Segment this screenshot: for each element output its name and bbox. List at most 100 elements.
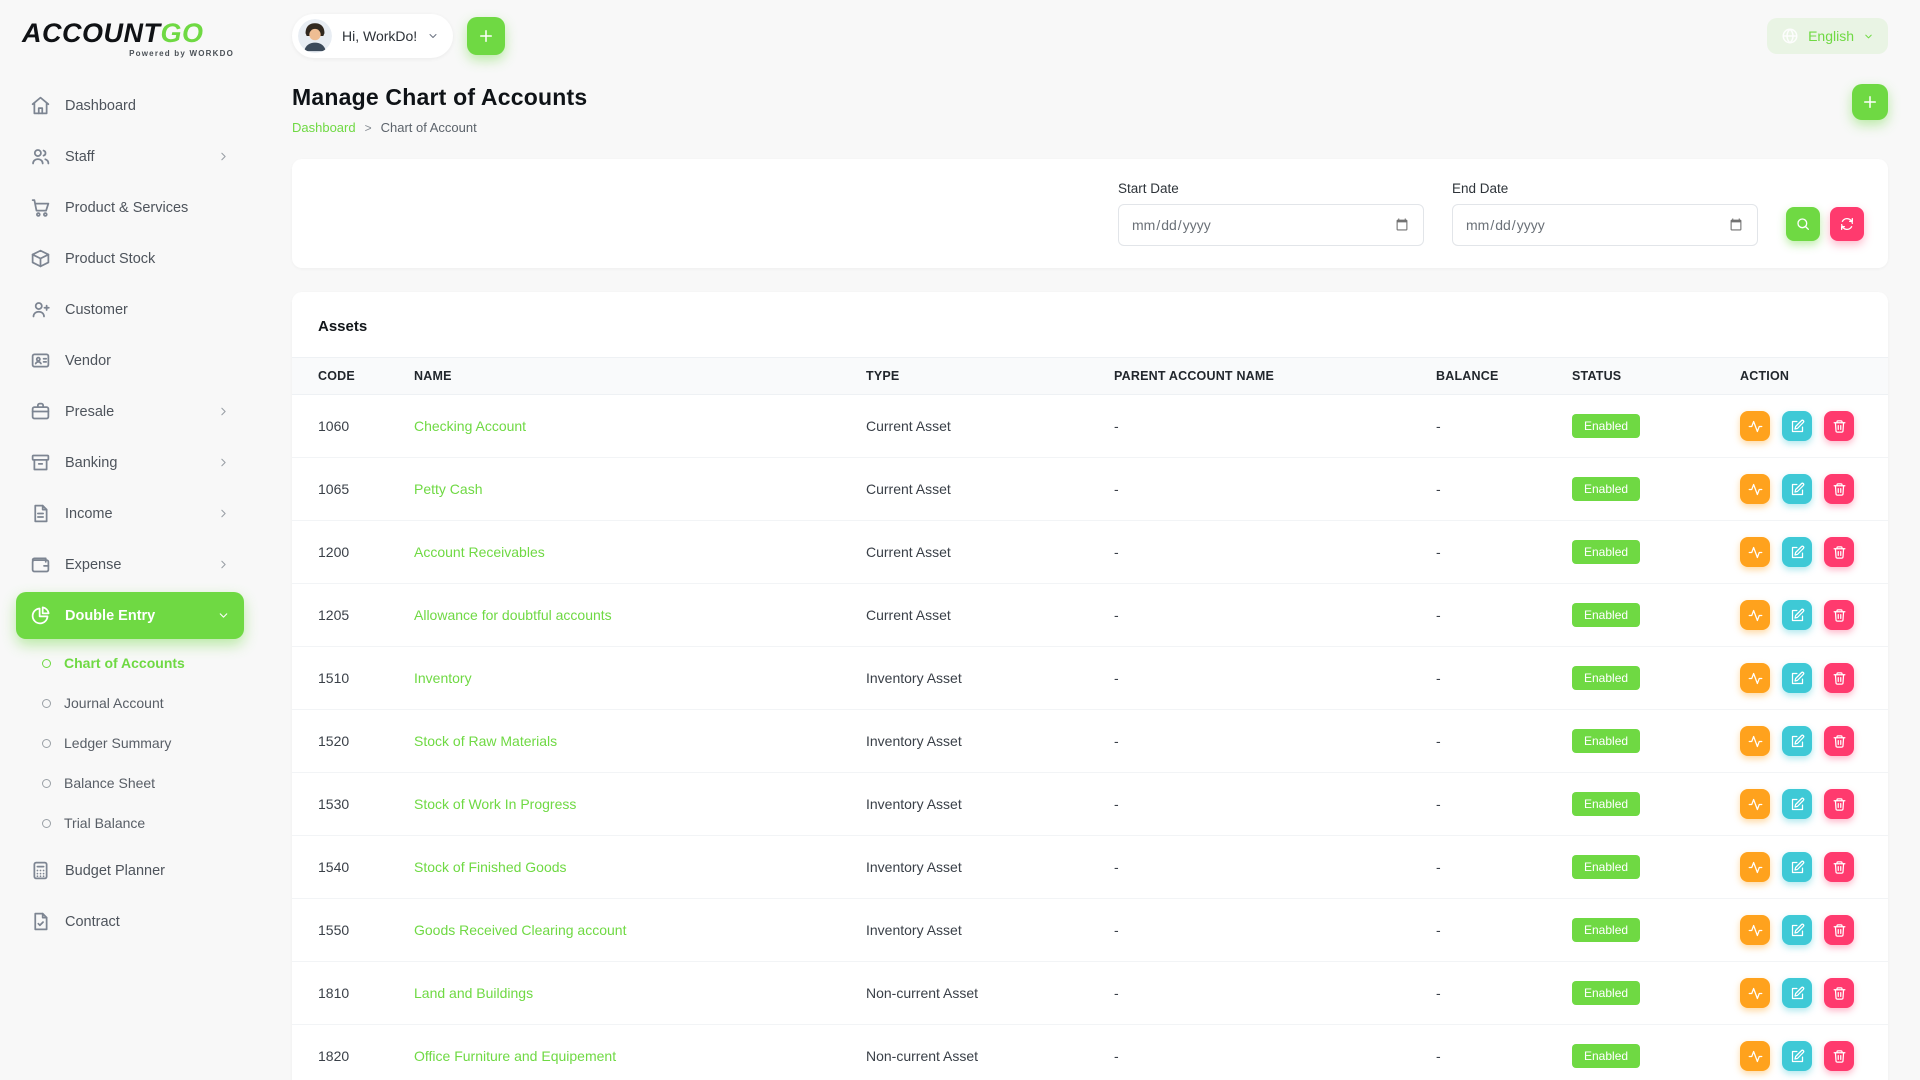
sidebar-item-contract[interactable]: Contract <box>16 898 244 945</box>
edit-button[interactable] <box>1782 915 1812 945</box>
sidebar-item-banking[interactable]: Banking <box>16 439 244 486</box>
start-date-field: Start Date <box>1118 181 1424 246</box>
edit-button[interactable] <box>1782 600 1812 630</box>
status-badge: Enabled <box>1572 918 1640 942</box>
delete-button[interactable] <box>1824 1041 1854 1071</box>
sidebar-item-dashboard[interactable]: Dashboard <box>16 82 244 129</box>
parent-account-cell: - <box>1102 962 1424 1025</box>
breadcrumb-dashboard-link[interactable]: Dashboard <box>292 120 356 135</box>
status-badge: Enabled <box>1572 666 1640 690</box>
delete-button[interactable] <box>1824 411 1854 441</box>
edit-button[interactable] <box>1782 852 1812 882</box>
account-name-link[interactable]: Petty Cash <box>414 481 482 497</box>
delete-button[interactable] <box>1824 600 1854 630</box>
table-row: 1205Allowance for doubtful accountsCurre… <box>292 584 1888 647</box>
name-cell: Land and Buildings <box>402 962 854 1025</box>
sidebar-item-budget-planner[interactable]: Budget Planner <box>16 847 244 894</box>
edit-button[interactable] <box>1782 726 1812 756</box>
brand-logo[interactable]: ACCOUNTGO Powered by WORKDO <box>16 16 244 78</box>
type-cell: Current Asset <box>854 458 1102 521</box>
sidebar-item-expense[interactable]: Expense <box>16 541 244 588</box>
table-row: 1510InventoryInventory Asset--Enabled <box>292 647 1888 710</box>
edit-button[interactable] <box>1782 663 1812 693</box>
sidebar: ACCOUNTGO Powered by WORKDO DashboardSta… <box>0 0 260 1080</box>
accounts-table: CODE NAME TYPE PARENT ACCOUNT NAME BALAN… <box>292 357 1888 1080</box>
action-cell <box>1728 1025 1888 1080</box>
user-menu[interactable]: Hi, WorkDo! <box>292 14 453 58</box>
account-name-link[interactable]: Office Furniture and Equipement <box>414 1048 616 1064</box>
account-name-link[interactable]: Stock of Raw Materials <box>414 733 557 749</box>
sidebar-item-product-services[interactable]: Product & Services <box>16 184 244 231</box>
reset-button[interactable] <box>1830 207 1864 241</box>
delete-button[interactable] <box>1824 663 1854 693</box>
sidebar-item-double-entry[interactable]: Double Entry <box>16 592 244 639</box>
sidebar-item-income[interactable]: Income <box>16 490 244 537</box>
end-date-field: End Date <box>1452 181 1758 246</box>
column-header-balance: BALANCE <box>1424 358 1560 395</box>
ledger-button[interactable] <box>1740 663 1770 693</box>
edit-button[interactable] <box>1782 978 1812 1008</box>
ledger-button[interactable] <box>1740 978 1770 1008</box>
ledger-button[interactable] <box>1740 537 1770 567</box>
column-header-status: STATUS <box>1560 358 1728 395</box>
sidebar-item-presale[interactable]: Presale <box>16 388 244 435</box>
ledger-button[interactable] <box>1740 474 1770 504</box>
end-date-input[interactable] <box>1452 204 1758 246</box>
action-buttons <box>1740 663 1876 693</box>
end-date-label: End Date <box>1452 181 1758 196</box>
start-date-input[interactable] <box>1118 204 1424 246</box>
status-cell: Enabled <box>1560 458 1728 521</box>
sidebar-item-product-stock[interactable]: Product Stock <box>16 235 244 282</box>
delete-button[interactable] <box>1824 915 1854 945</box>
search-button[interactable] <box>1786 207 1820 241</box>
table-row: 1520Stock of Raw MaterialsInventory Asse… <box>292 710 1888 773</box>
ledger-button[interactable] <box>1740 726 1770 756</box>
quick-add-button[interactable] <box>467 17 505 55</box>
account-name-link[interactable]: Land and Buildings <box>414 985 533 1001</box>
type-cell: Non-current Asset <box>854 962 1102 1025</box>
account-name-link[interactable]: Account Receivables <box>414 544 545 560</box>
breadcrumb: Dashboard > Chart of Account <box>292 120 587 135</box>
edit-button[interactable] <box>1782 411 1812 441</box>
delete-button[interactable] <box>1824 537 1854 567</box>
edit-button[interactable] <box>1782 537 1812 567</box>
status-cell: Enabled <box>1560 836 1728 899</box>
account-name-link[interactable]: Allowance for doubtful accounts <box>414 607 612 623</box>
sidebar-subitem-label: Ledger Summary <box>64 735 171 751</box>
delete-button[interactable] <box>1824 474 1854 504</box>
chevron-down-icon <box>217 609 230 622</box>
account-name-link[interactable]: Stock of Work In Progress <box>414 796 576 812</box>
chevron-right-icon <box>217 150 230 163</box>
language-selector[interactable]: English <box>1767 18 1888 54</box>
sidebar-subitem-trial-balance[interactable]: Trial Balance <box>16 803 244 843</box>
ledger-button[interactable] <box>1740 600 1770 630</box>
balance-cell: - <box>1424 395 1560 458</box>
sidebar-subitem-balance-sheet[interactable]: Balance Sheet <box>16 763 244 803</box>
account-name-link[interactable]: Goods Received Clearing account <box>414 922 626 938</box>
edit-button[interactable] <box>1782 789 1812 819</box>
edit-button[interactable] <box>1782 1041 1812 1071</box>
sidebar-subitem-chart-of-accounts[interactable]: Chart of Accounts <box>16 643 244 683</box>
edit-button[interactable] <box>1782 474 1812 504</box>
sidebar-item-customer[interactable]: Customer <box>16 286 244 333</box>
ledger-button[interactable] <box>1740 852 1770 882</box>
ledger-button[interactable] <box>1740 411 1770 441</box>
account-name-link[interactable]: Inventory <box>414 670 472 686</box>
sidebar-subitem-ledger-summary[interactable]: Ledger Summary <box>16 723 244 763</box>
delete-button[interactable] <box>1824 978 1854 1008</box>
topbar: Hi, WorkDo! English <box>292 0 1888 72</box>
delete-button[interactable] <box>1824 852 1854 882</box>
add-account-button[interactable] <box>1852 84 1888 120</box>
sidebar-item-staff[interactable]: Staff <box>16 133 244 180</box>
action-buttons <box>1740 537 1876 567</box>
ledger-button[interactable] <box>1740 915 1770 945</box>
account-name-link[interactable]: Stock of Finished Goods <box>414 859 567 875</box>
account-name-link[interactable]: Checking Account <box>414 418 526 434</box>
app-root: ACCOUNTGO Powered by WORKDO DashboardSta… <box>0 0 1920 1080</box>
ledger-button[interactable] <box>1740 1041 1770 1071</box>
ledger-button[interactable] <box>1740 789 1770 819</box>
sidebar-subitem-journal-account[interactable]: Journal Account <box>16 683 244 723</box>
delete-button[interactable] <box>1824 789 1854 819</box>
delete-button[interactable] <box>1824 726 1854 756</box>
sidebar-item-vendor[interactable]: Vendor <box>16 337 244 384</box>
